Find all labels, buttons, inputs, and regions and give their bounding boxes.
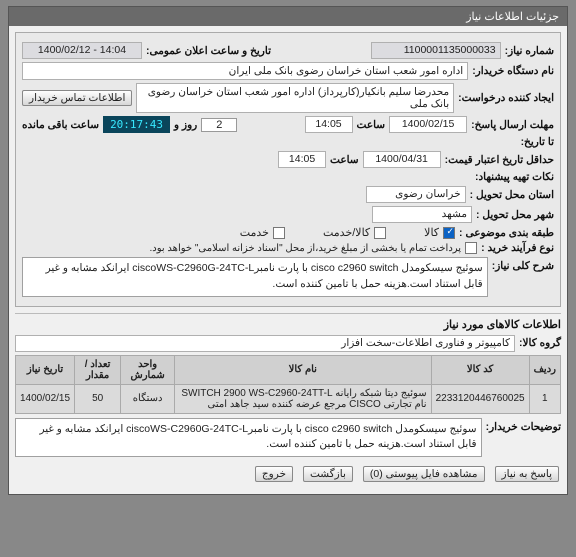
city-value: مشهد	[372, 206, 472, 223]
col-code: کد کالا	[431, 355, 529, 384]
deadline-days-label: روز و	[174, 119, 197, 131]
process-note: پرداخت تمام یا بخشی از مبلغ خرید،از محل …	[149, 243, 461, 254]
cell-row: 1	[529, 384, 560, 413]
process-label: نوع فرآیند خرید :	[481, 242, 554, 254]
need-no-label: شماره نیاز:	[505, 45, 554, 57]
announce-label: تاریخ و ساعت اعلان عمومی:	[146, 45, 271, 57]
col-row: ردیف	[529, 355, 560, 384]
items-title: اطلاعات کالاهای مورد نیاز	[15, 318, 561, 331]
deadline-time-label: ساعت	[357, 119, 386, 131]
col-qty: تعداد / مقدار	[75, 355, 121, 384]
deadline-time: 14:05	[305, 116, 353, 133]
to-date-label: تا تاریخ:	[521, 136, 554, 148]
back-button[interactable]: بازگشت	[303, 466, 353, 482]
deadline-date: 1400/02/15	[389, 116, 467, 133]
desc-label: شرح کلی نیاز:	[492, 257, 554, 272]
buyer-desc-text: سوئیج سیسکومدل cisco c2960 switch با پار…	[15, 418, 482, 458]
cell-qty: 50	[75, 384, 121, 413]
cell-date: 1400/02/15	[16, 384, 75, 413]
files-button[interactable]: مشاهده فایل پیوستی (0)	[363, 466, 485, 482]
desc-text: سوئیج سیسکومدل cisco c2960 switch با پار…	[22, 257, 488, 297]
goods-checkbox[interactable]	[443, 227, 455, 239]
col-date: تاریخ نیاز	[16, 355, 75, 384]
panel-title: جزئیات اطلاعات نیاز	[9, 7, 567, 26]
group-value: کامپیوتر و فناوری اطلاعات-سخت افزار	[15, 335, 515, 352]
deadline-remaining-label: ساعت باقی مانده	[22, 119, 99, 131]
group-label: گروه کالا:	[519, 337, 561, 349]
city-label: شهر محل تحویل :	[476, 209, 554, 221]
goods-service-checkbox[interactable]	[374, 227, 386, 239]
valid-time: 14:05	[278, 151, 326, 168]
goods-label: کالا	[424, 226, 439, 239]
valid-label: حداقل تاریخ اعتبار قیمت:	[445, 154, 554, 166]
col-name: نام کالا	[175, 355, 432, 384]
action-buttons: پاسخ به نیاز مشاهده فایل پیوستی (0) بازگ…	[15, 460, 561, 488]
table-header-row: ردیف کد کالا نام کالا واحد شمارش تعداد /…	[16, 355, 561, 384]
creator-label: ایجاد کننده درخواست:	[458, 92, 554, 104]
deadline-label: مهلت ارسال پاسخ:	[471, 119, 554, 131]
contact-button[interactable]: اطلاعات تماس خریدار	[22, 90, 132, 106]
items-table: ردیف کد کالا نام کالا واحد شمارش تعداد /…	[15, 355, 561, 414]
tips-label: نکات تهیه پیشنهاد:	[475, 171, 554, 183]
need-no-value: 1100001135000033	[371, 42, 501, 59]
details-panel: جزئیات اطلاعات نیاز شماره نیاز: 11000011…	[8, 6, 568, 495]
cell-unit: دستگاه	[121, 384, 175, 413]
province-label: استان محل تحویل :	[470, 189, 554, 201]
deadline-days: 2	[201, 118, 237, 132]
province-value: خراسان رضوی	[366, 186, 466, 203]
cell-code: 2233120446760025	[431, 384, 529, 413]
creator-value: محدرضا سلیم بانکیار(کارپرداز) اداره امور…	[136, 83, 454, 113]
header-fieldset: شماره نیاز: 1100001135000033 تاریخ و ساع…	[15, 32, 561, 307]
goods-service-label: کالا/خدمت	[323, 226, 370, 239]
valid-date: 1400/04/31	[363, 151, 441, 168]
service-label: خدمت	[240, 226, 269, 239]
grouping-label: طبقه بندی موضوعی :	[459, 227, 554, 239]
col-unit: واحد شمارش	[121, 355, 175, 384]
deadline-countdown: 20:17:43	[103, 116, 170, 133]
buyer-org-value: اداره امور شعب استان خراسان رضوی بانک مل…	[22, 62, 468, 80]
buyer-desc-label: توضیحات خریدار:	[486, 418, 561, 433]
cell-name: سوئیج دیتا شبکه رایانه SWITCH 2900 WS-C2…	[175, 384, 432, 413]
exit-button[interactable]: خروج	[255, 466, 293, 482]
table-row[interactable]: 1 2233120446760025 سوئیج دیتا شبکه رایان…	[16, 384, 561, 413]
process-checkbox[interactable]	[465, 242, 477, 254]
answer-button[interactable]: پاسخ به نیاز	[495, 466, 559, 482]
valid-time-label: ساعت	[330, 154, 359, 166]
section-divider	[15, 313, 561, 314]
service-checkbox[interactable]	[273, 227, 285, 239]
announce-value: 1400/02/12 - 14:04	[22, 42, 142, 59]
buyer-org-label: نام دستگاه خریدار:	[472, 65, 554, 77]
